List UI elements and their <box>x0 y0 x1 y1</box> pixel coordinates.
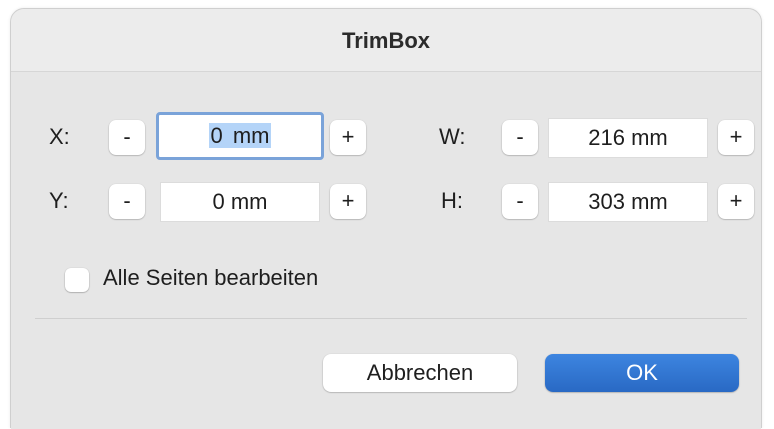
h-decrement-button[interactable]: - <box>502 184 538 219</box>
dialog-title: TrimBox <box>341 28 431 53</box>
title-bar: TrimBox <box>11 9 761 72</box>
y-label: Y: <box>49 188 69 213</box>
h-increment-button[interactable]: + <box>718 184 754 219</box>
w-input[interactable]: 216 mm <box>548 118 708 158</box>
all-pages-label[interactable]: Alle Seiten bearbeiten <box>103 265 318 291</box>
x-decrement-button[interactable]: - <box>109 120 145 155</box>
x-input[interactable]: 0 mm <box>156 112 324 160</box>
x-input-selection-space <box>223 123 232 148</box>
x-increment-button[interactable]: + <box>330 120 366 155</box>
dialog-content: X: - 0 mm + W: - 216 mm + Y: - 0 mm + H:… <box>11 72 761 429</box>
cancel-button[interactable]: Abbrechen <box>323 354 517 392</box>
w-increment-button[interactable]: + <box>718 120 754 155</box>
x-input-selected-unit: mm <box>231 123 271 148</box>
trimbox-dialog: TrimBox X: - 0 mm + W: - 216 mm + Y: - 0… <box>10 8 762 429</box>
w-decrement-button[interactable]: - <box>502 120 538 155</box>
y-input[interactable]: 0 mm <box>160 182 320 222</box>
all-pages-checkbox[interactable] <box>65 268 89 292</box>
y-decrement-button[interactable]: - <box>109 184 145 219</box>
x-label: X: <box>49 124 70 149</box>
y-increment-button[interactable]: + <box>330 184 366 219</box>
separator <box>35 318 747 319</box>
h-label: H: <box>441 188 463 213</box>
ok-button[interactable]: OK <box>545 354 739 392</box>
w-label: W: <box>439 124 466 149</box>
x-input-selected-number: 0 <box>209 123 224 148</box>
h-input[interactable]: 303 mm <box>548 182 708 222</box>
